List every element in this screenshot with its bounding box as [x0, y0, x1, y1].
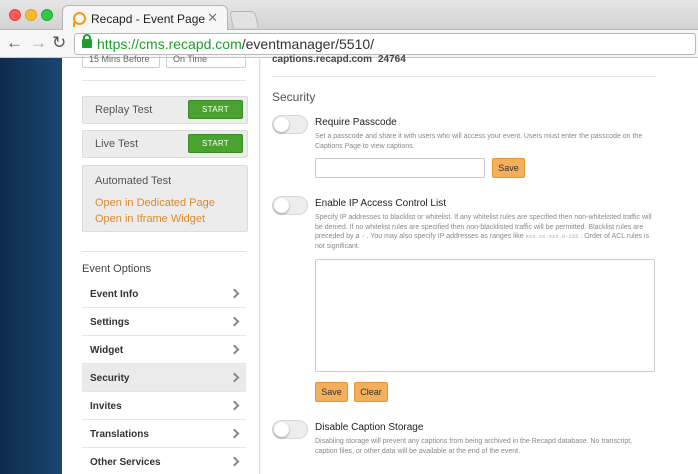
disable-storage-description: Disabling storage will prevent any capti… [315, 438, 633, 455]
close-window-button[interactable] [9, 9, 21, 21]
ip-range-example-code: xxx.xx.xxx.0-255 [525, 233, 579, 240]
replay-test-start-button[interactable]: START [188, 100, 243, 119]
page: 15 Mins Before On Time Replay Test START… [0, 54, 698, 474]
require-passcode-title: Require Passcode [315, 117, 397, 128]
chevron-right-icon [229, 288, 240, 299]
url-host: cms.recapd.com [139, 36, 242, 52]
ip-acl-toggle[interactable] [272, 196, 308, 215]
disable-storage-toggle[interactable] [272, 420, 308, 439]
automated-test-title: Automated Test [95, 175, 172, 187]
timing-select[interactable]: On Time [166, 54, 246, 68]
save-passcode-button[interactable]: Save [492, 158, 525, 178]
live-test-label: Live Test [95, 138, 139, 150]
lock-icon [82, 34, 92, 48]
url-scheme: https:// [97, 36, 140, 52]
reminder-select[interactable]: 15 Mins Before [82, 54, 160, 68]
sidebar-item-settings[interactable]: Settings [82, 308, 246, 336]
save-acl-button[interactable]: Save [315, 382, 348, 402]
sidebar-item-label: Translations [90, 429, 149, 440]
ip-acl-description-part: . You may also specify IP addresses as r… [366, 233, 524, 240]
address-bar[interactable]: https://cms.recapd.com/eventmanager/5510… [74, 33, 696, 55]
blacklist-prefix-code: ! [361, 233, 365, 240]
replay-test-box: Replay Test START [82, 96, 248, 124]
sidebar-item-invites[interactable]: Invites [82, 392, 246, 420]
require-passcode-description: Set a passcode and share it with users w… [315, 133, 643, 150]
divider [82, 80, 246, 81]
sidebar-item-label: Invites [90, 401, 122, 412]
sidebar-item-other-services[interactable]: Other Services [82, 448, 246, 474]
forward-arrow-icon[interactable]: → [30, 33, 47, 53]
chevron-right-icon [229, 428, 240, 439]
clear-acl-button[interactable]: Clear [354, 382, 388, 402]
sidebar-item-label: Event Info [90, 289, 139, 300]
require-passcode-toggle[interactable] [272, 115, 308, 134]
sidebar-item-label: Settings [90, 317, 130, 328]
open-iframe-widget-link[interactable]: Open in Iframe Widget [95, 213, 205, 225]
browser-tab[interactable]: Recapd - Event Page ✕ [62, 5, 228, 31]
sidebar-item-widget[interactable]: Widget [82, 336, 246, 364]
maximize-window-button[interactable] [41, 9, 53, 21]
event-options-heading: Event Options [82, 263, 152, 275]
minimize-window-button[interactable] [25, 9, 37, 21]
sidebar-item-label: Widget [90, 345, 124, 356]
live-test-box: Live Test START [82, 130, 248, 158]
chevron-right-icon [229, 456, 240, 467]
security-panel: captions.recapd.com 24764 Security Requi… [261, 54, 698, 474]
event-panel: 15 Mins Before On Time Replay Test START… [62, 54, 260, 474]
url-path: /eventmanager/5510/ [241, 36, 375, 52]
ip-acl-textarea[interactable] [315, 259, 655, 372]
chevron-right-icon [229, 372, 240, 383]
passcode-input[interactable] [315, 158, 485, 178]
back-arrow-icon[interactable]: ← [6, 33, 23, 53]
event-options-list: Event Info Settings Widget Security Invi… [82, 280, 246, 474]
section-title: Security [272, 90, 316, 104]
replay-test-label: Replay Test [95, 104, 153, 116]
disable-storage-title: Disable Caption Storage [315, 422, 424, 433]
caption-domain: captions.recapd.com [272, 54, 373, 65]
divider [82, 251, 246, 252]
new-tab-button[interactable] [229, 11, 259, 28]
reload-icon[interactable]: ↻ [52, 33, 66, 53]
caption-port: 24764 [378, 54, 406, 65]
chevron-right-icon [229, 344, 240, 355]
app-sidebar [0, 58, 62, 474]
tab-close-icon[interactable]: ✕ [207, 10, 218, 26]
chevron-right-icon [229, 400, 240, 411]
chevron-right-icon [229, 316, 240, 327]
ip-acl-description: Specify IP addresses to blacklist or whi… [315, 213, 655, 251]
sidebar-item-security[interactable]: Security [82, 364, 246, 392]
sidebar-item-translations[interactable]: Translations [82, 420, 246, 448]
sidebar-item-label: Other Services [90, 457, 161, 468]
ip-acl-title: Enable IP Access Control List [315, 198, 446, 209]
sidebar-item-event-info[interactable]: Event Info [82, 280, 246, 308]
recapd-favicon-icon [73, 12, 86, 27]
url-text: https://cms.recapd.com/eventmanager/5510… [97, 36, 374, 52]
tab-title: Recapd - Event Page [91, 12, 206, 26]
divider [272, 76, 656, 77]
automated-test-box: Automated Test Open in Dedicated Page Op… [82, 165, 248, 232]
window-titlebar: Recapd - Event Page ✕ [0, 0, 698, 31]
live-test-start-button[interactable]: START [188, 134, 243, 153]
open-dedicated-page-link[interactable]: Open in Dedicated Page [95, 197, 215, 209]
sidebar-item-label: Security [90, 373, 130, 384]
